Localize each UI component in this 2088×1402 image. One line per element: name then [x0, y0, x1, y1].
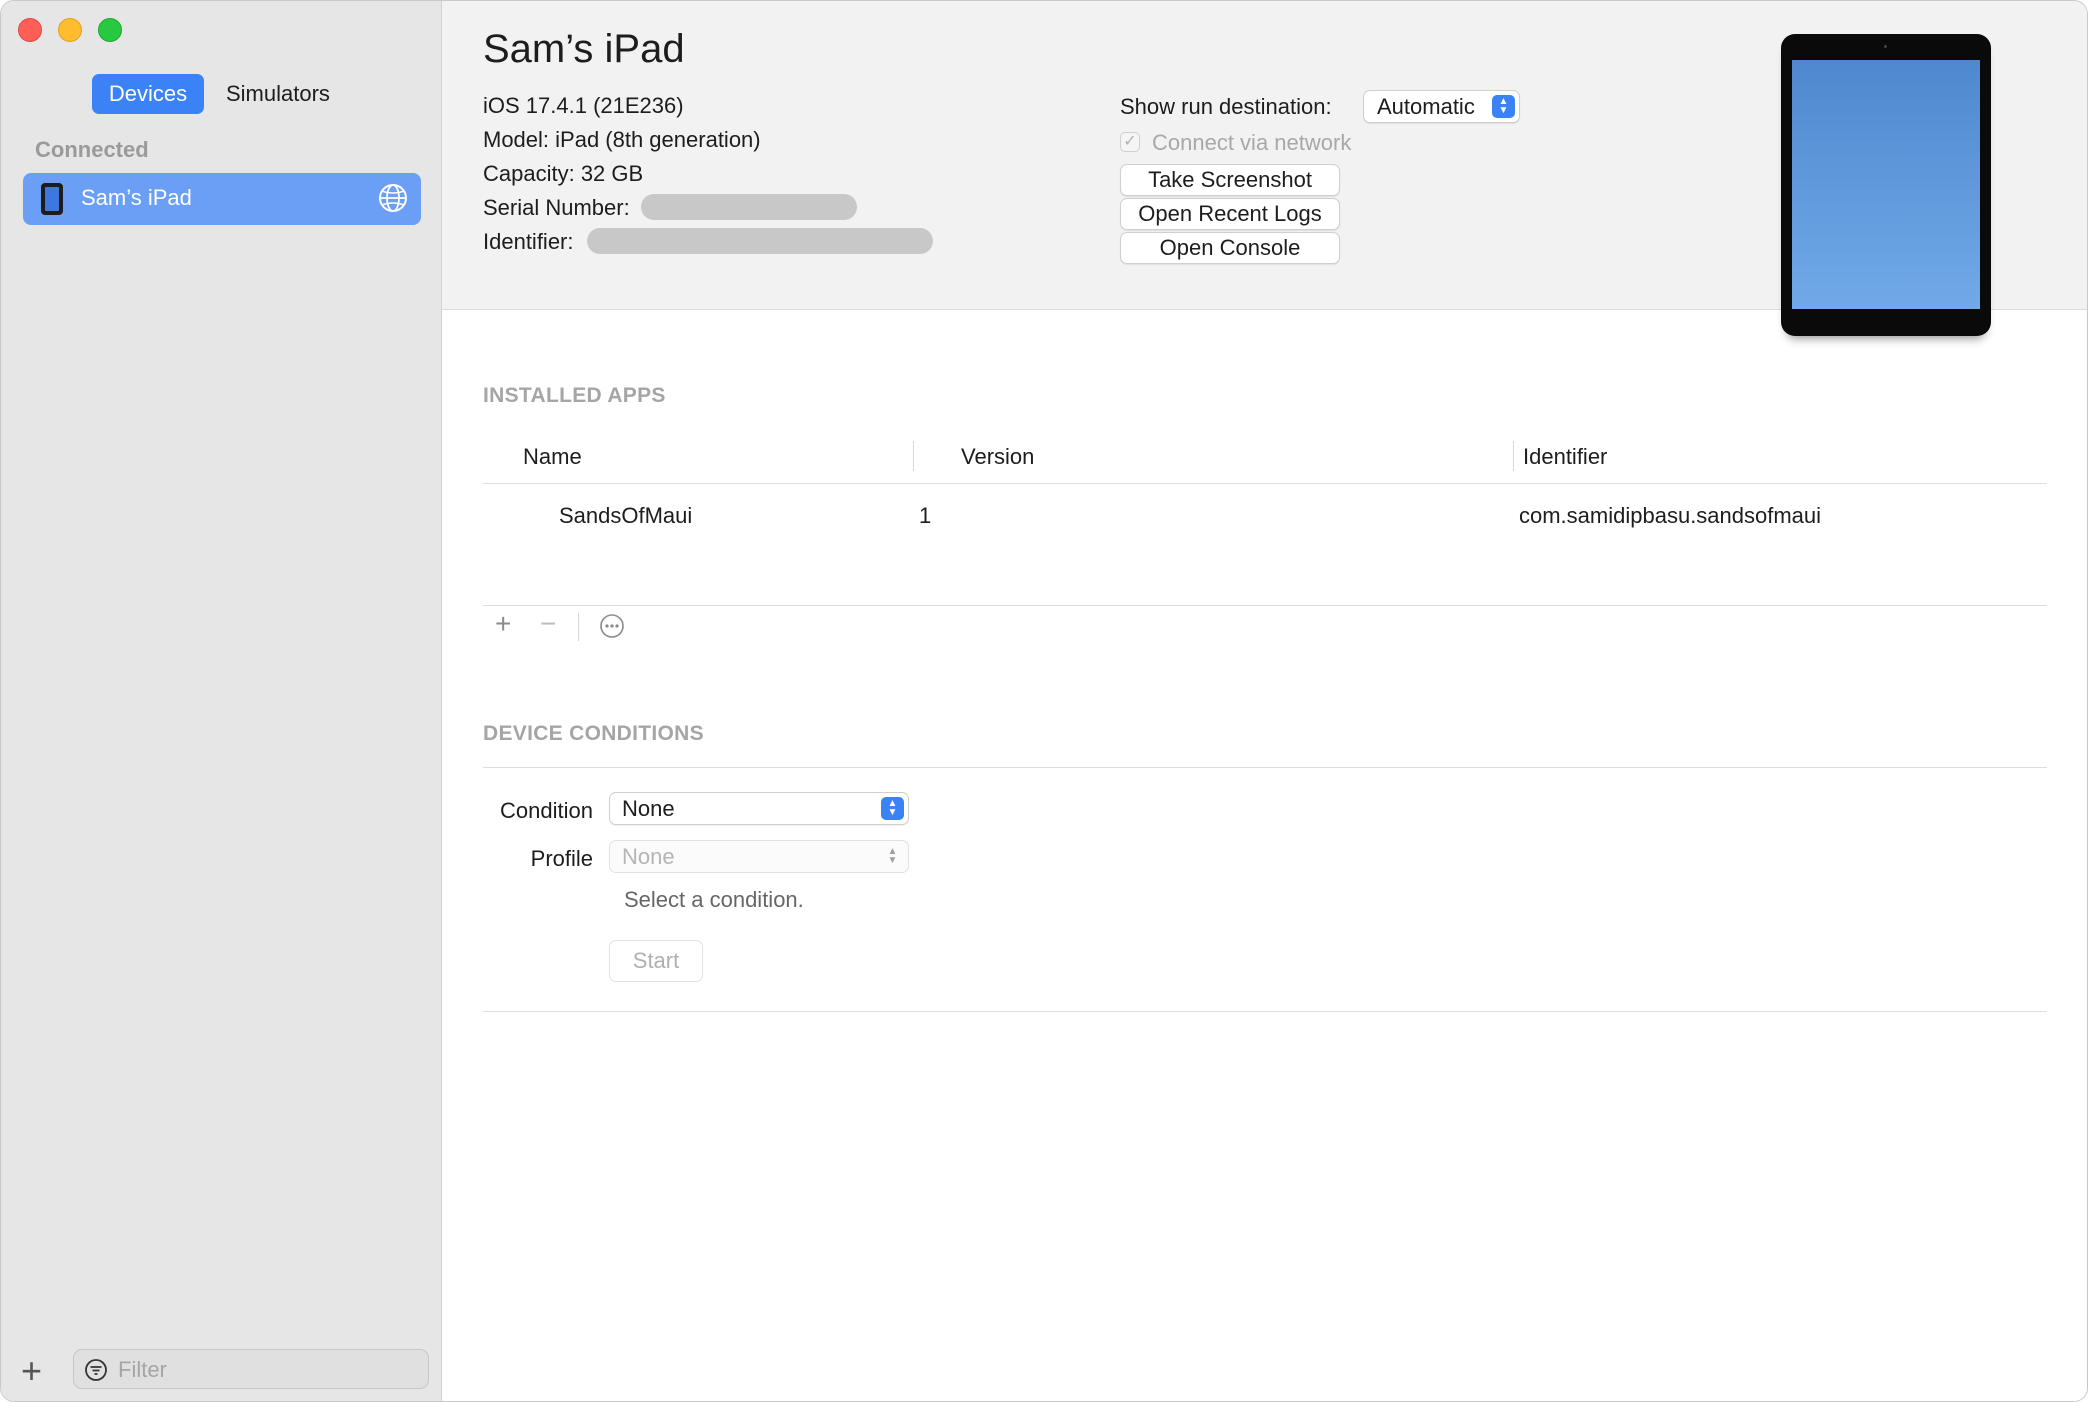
ipad-icon — [41, 183, 63, 215]
take-screenshot-button[interactable]: Take Screenshot — [1120, 164, 1340, 196]
sidebar-item-sams-ipad[interactable]: Sam’s iPad — [23, 173, 421, 225]
column-name[interactable]: Name — [523, 444, 582, 470]
capacity-info: Capacity: 32 GB — [483, 161, 644, 186]
conditions-bottom-divider — [483, 1011, 2047, 1012]
condition-hint: Select a condition. — [624, 887, 804, 912]
add-app-button[interactable]: + — [495, 609, 511, 639]
run-destination-value: Automatic — [1377, 94, 1475, 119]
profile-select[interactable]: None ▲ ▼ — [609, 840, 909, 873]
identifier-redacted — [587, 228, 933, 254]
serial-number-label: Serial Number: — [483, 195, 630, 220]
run-destination-label: Show run destination: — [1120, 94, 1332, 119]
close-button[interactable] — [18, 18, 42, 42]
profile-label: Profile — [530, 846, 593, 871]
table-header-divider — [483, 483, 2047, 484]
globe-icon — [379, 184, 407, 212]
remove-app-button[interactable]: − — [540, 609, 556, 639]
column-separator — [913, 441, 914, 471]
app-identifier: com.samidipbasu.sandsofmaui — [1519, 503, 1822, 528]
toolbar-separator — [578, 613, 579, 641]
column-identifier[interactable]: Identifier — [1523, 444, 1607, 470]
app-version: 1 — [919, 503, 932, 528]
ios-version: iOS 17.4.1 (21E236) — [483, 93, 684, 118]
open-recent-logs-button[interactable]: Open Recent Logs — [1120, 198, 1340, 230]
column-separator — [1513, 441, 1514, 471]
profile-value: None — [622, 844, 675, 869]
table-footer-divider — [483, 605, 2047, 606]
chevron-updown-icon: ▲ ▼ — [1492, 95, 1515, 118]
filter-input[interactable] — [116, 1354, 420, 1386]
open-console-button[interactable]: Open Console — [1120, 232, 1340, 264]
window: Devices Simulators Connected Sam’s iPad … — [0, 0, 2088, 1402]
identifier-label: Identifier: — [483, 229, 574, 254]
serial-number-redacted — [641, 194, 857, 220]
sidebar-section-connected: Connected — [35, 137, 149, 162]
ipad-image — [1781, 34, 1991, 336]
device-conditions-title: DEVICE CONDITIONS — [483, 722, 704, 745]
ipad-camera — [1884, 45, 1887, 48]
tab-simulators[interactable]: Simulators — [211, 74, 345, 114]
filter-field[interactable] — [73, 1349, 429, 1389]
run-destination-popup[interactable]: Automatic ▲ ▼ — [1363, 90, 1520, 123]
start-button[interactable]: Start — [609, 940, 703, 982]
add-device-button[interactable]: + — [21, 1353, 42, 1389]
conditions-divider — [483, 767, 2047, 768]
installed-apps-title: INSTALLED APPS — [483, 384, 666, 407]
filter-icon — [85, 1359, 107, 1381]
condition-select[interactable]: None ▲ ▼ — [609, 792, 909, 825]
connect-network-checkbox[interactable]: ✓ — [1120, 132, 1140, 152]
sidebar: Devices Simulators Connected Sam’s iPad … — [1, 1, 442, 1401]
zoom-button[interactable] — [98, 18, 122, 42]
ellipsis-circle-icon[interactable] — [599, 613, 625, 639]
condition-value: None — [622, 796, 675, 821]
model-info: Model: iPad (8th generation) — [483, 127, 761, 152]
app-name: SandsOfMaui — [559, 503, 693, 528]
page-title: Sam’s iPad — [483, 27, 685, 71]
column-version[interactable]: Version — [961, 444, 1034, 470]
minimize-button[interactable] — [58, 18, 82, 42]
tab-devices[interactable]: Devices — [92, 74, 204, 114]
connect-network-label: Connect via network — [1152, 130, 1352, 155]
ipad-screen — [1792, 60, 1980, 309]
chevron-updown-icon: ▲ ▼ — [881, 797, 904, 820]
condition-label: Condition — [500, 798, 593, 823]
chevron-updown-icon: ▲ ▼ — [887, 846, 898, 866]
sidebar-item-label: Sam’s iPad — [81, 185, 192, 210]
